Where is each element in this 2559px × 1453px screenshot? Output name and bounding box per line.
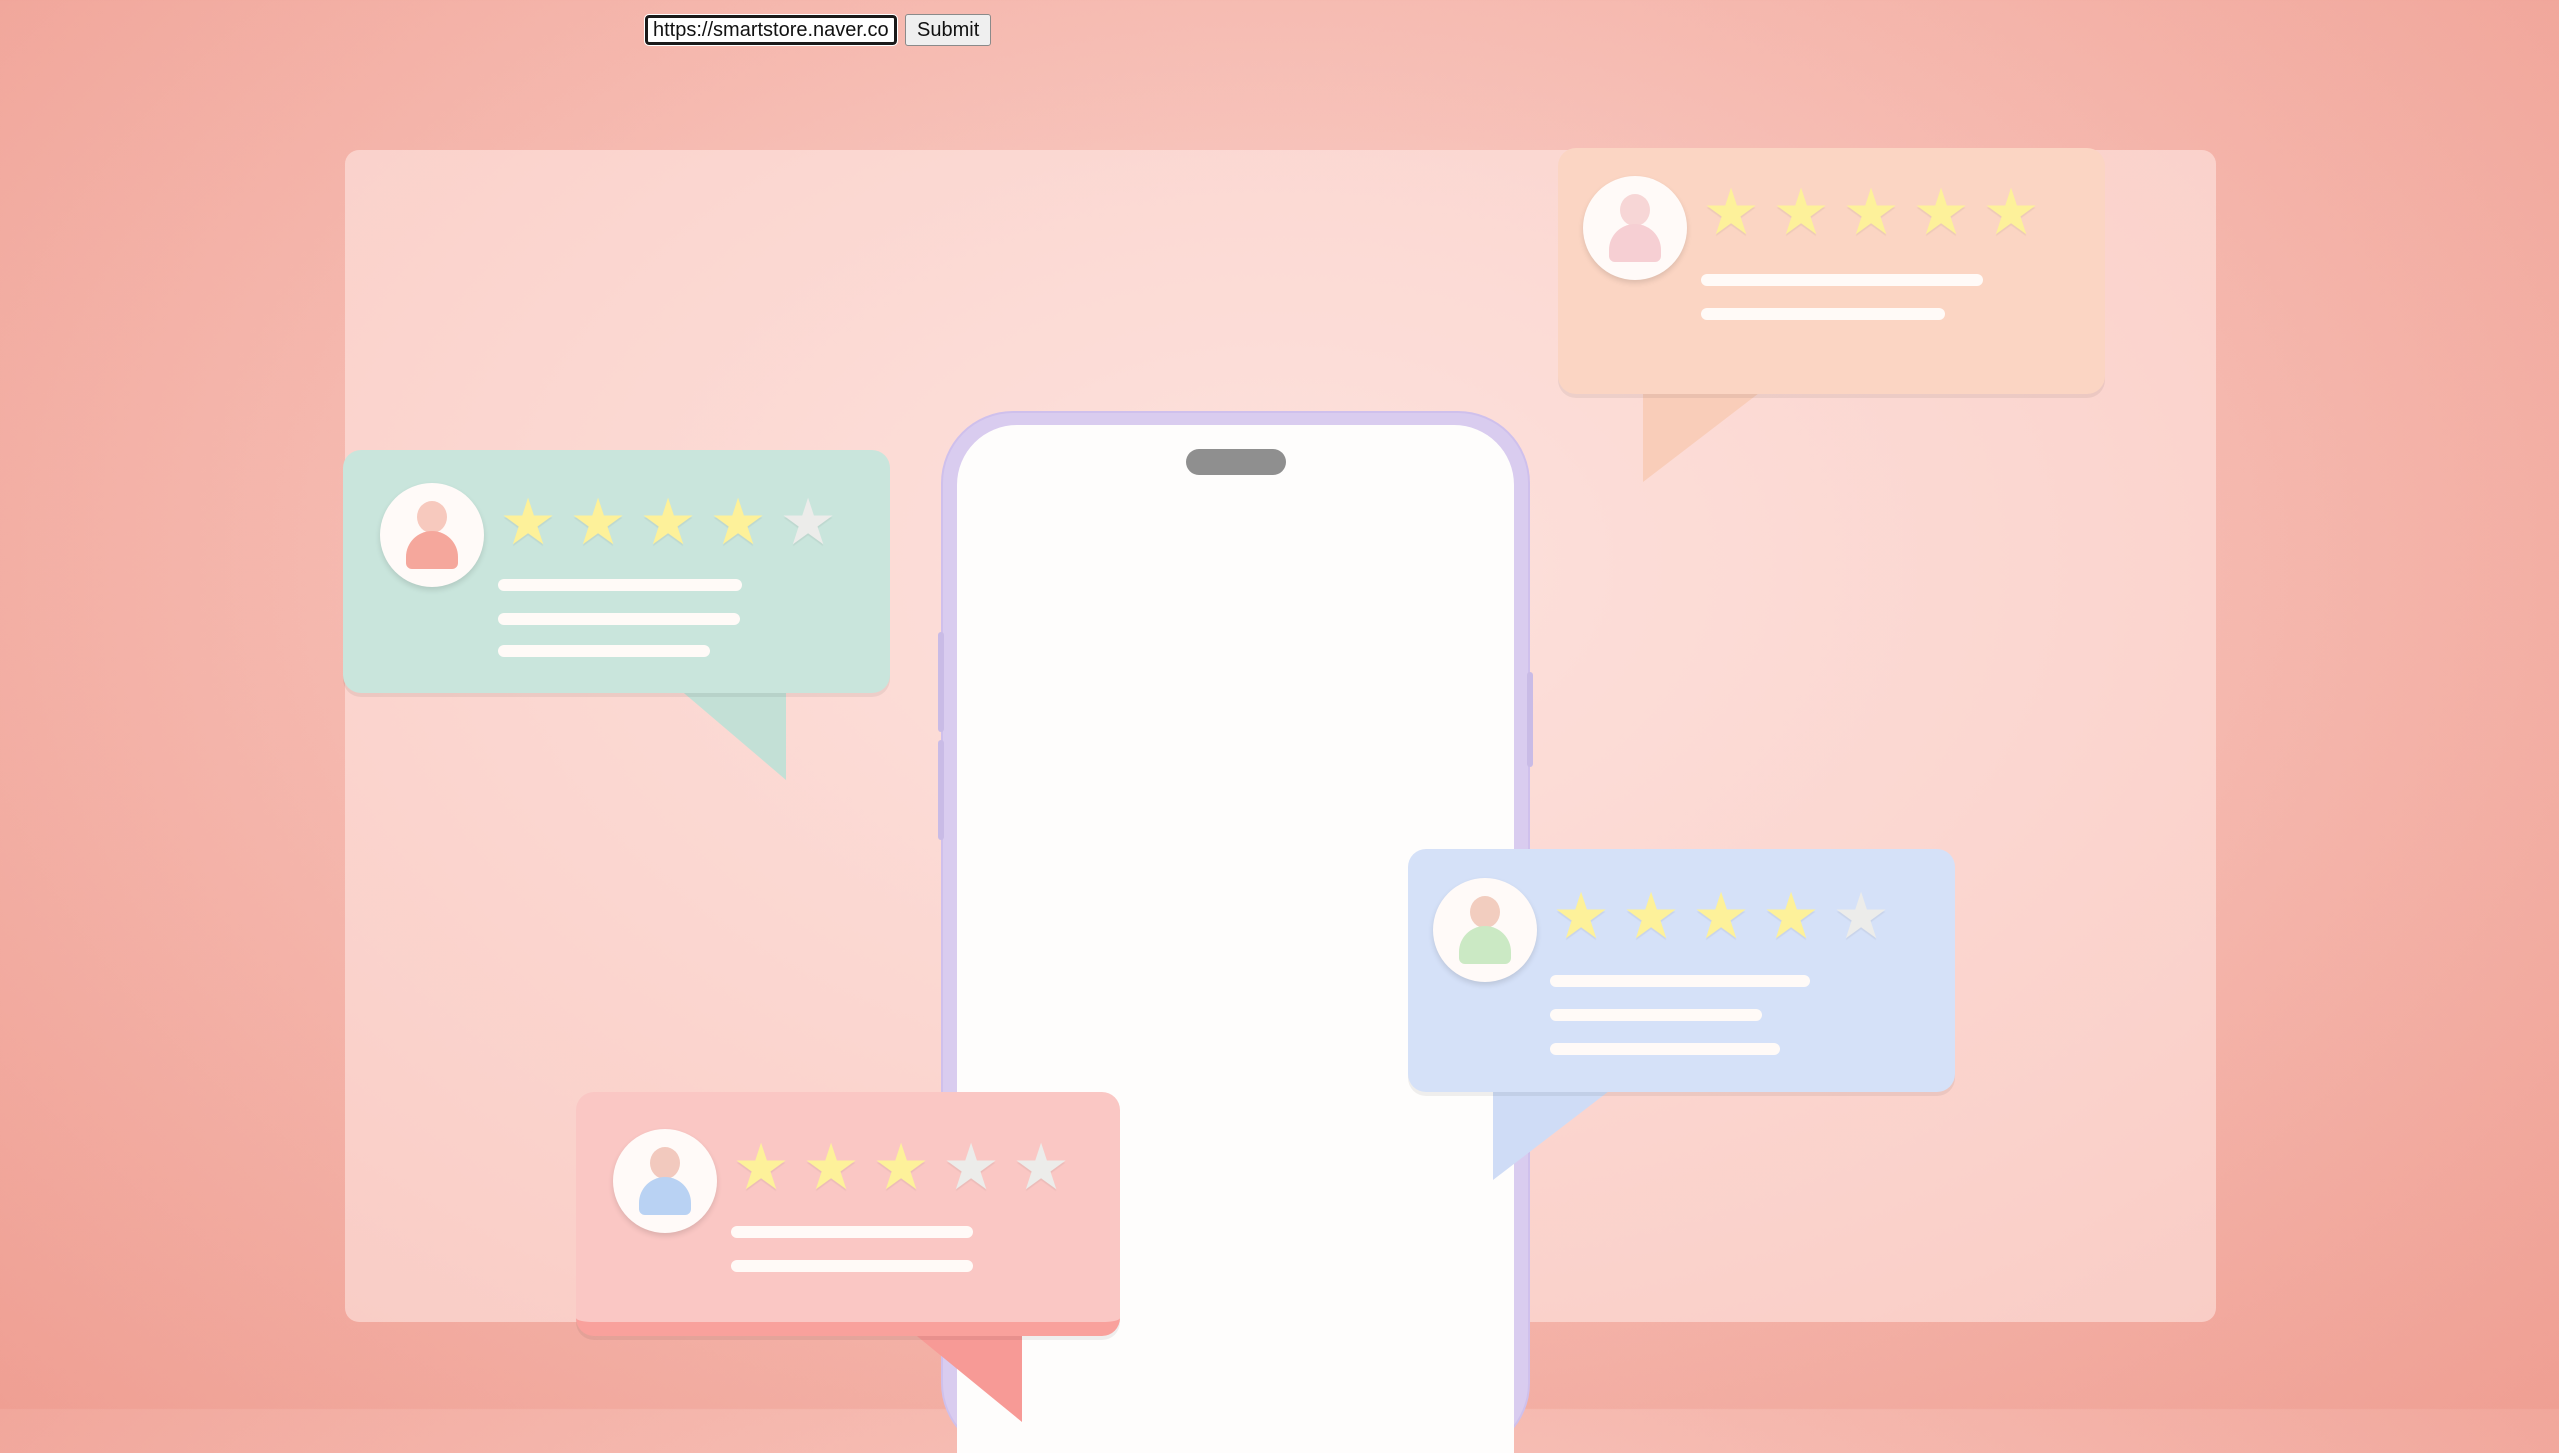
star-icon: ★ xyxy=(1842,176,1900,248)
review-text-placeholder-line xyxy=(1550,1043,1780,1055)
bubble-tail xyxy=(678,688,786,780)
star-icon: ★ xyxy=(942,1131,1000,1203)
star-icon: ★ xyxy=(1762,880,1820,952)
url-input[interactable] xyxy=(644,14,898,46)
star-icon: ★ xyxy=(1622,880,1680,952)
star-icon: ★ xyxy=(1552,880,1610,952)
review-text-placeholder-line xyxy=(731,1226,973,1238)
submit-button[interactable]: Submit xyxy=(905,14,992,46)
review-text-placeholder-line xyxy=(1701,308,1945,320)
phone-side-button xyxy=(938,632,944,732)
review-text-placeholder-line xyxy=(1701,274,1983,286)
star-icon: ★ xyxy=(1982,176,2040,248)
star-icon: ★ xyxy=(499,486,557,558)
star-icon: ★ xyxy=(1912,176,1970,248)
review-text-placeholder-line xyxy=(498,645,710,657)
review-text-placeholder-line xyxy=(498,579,742,591)
user-avatar-icon xyxy=(613,1129,717,1233)
star-icon: ★ xyxy=(732,1131,790,1203)
star-icon: ★ xyxy=(1702,176,1760,248)
review-text-placeholder-line xyxy=(1550,1009,1762,1021)
star-icon: ★ xyxy=(569,486,627,558)
url-form: Submit xyxy=(644,14,992,46)
star-icon: ★ xyxy=(872,1131,930,1203)
user-avatar-icon xyxy=(380,483,484,587)
star-icon: ★ xyxy=(802,1131,860,1203)
star-icon: ★ xyxy=(1692,880,1750,952)
user-avatar-icon xyxy=(1433,878,1537,982)
star-icon: ★ xyxy=(1832,880,1890,952)
star-rating: ★ ★ ★ ★ ★ xyxy=(1700,180,2042,244)
review-text-placeholder-line xyxy=(731,1260,973,1272)
phone-side-button xyxy=(1527,672,1533,767)
star-icon: ★ xyxy=(1012,1131,1070,1203)
star-icon: ★ xyxy=(709,486,767,558)
star-rating: ★ ★ ★ ★ ★ xyxy=(497,490,839,554)
phone-speaker-notch xyxy=(1185,449,1286,475)
review-text-placeholder-line xyxy=(498,613,740,625)
star-icon: ★ xyxy=(639,486,697,558)
user-avatar-icon xyxy=(1583,176,1687,280)
star-rating: ★ ★ ★ ★ ★ xyxy=(730,1135,1072,1199)
star-icon: ★ xyxy=(1772,176,1830,248)
phone-side-button xyxy=(938,740,944,840)
star-icon: ★ xyxy=(779,486,837,558)
bubble-tail xyxy=(1493,1088,1613,1180)
star-rating: ★ ★ ★ ★ ★ xyxy=(1550,884,1892,948)
review-text-placeholder-line xyxy=(1550,975,1810,987)
bubble-tail xyxy=(1643,390,1763,482)
